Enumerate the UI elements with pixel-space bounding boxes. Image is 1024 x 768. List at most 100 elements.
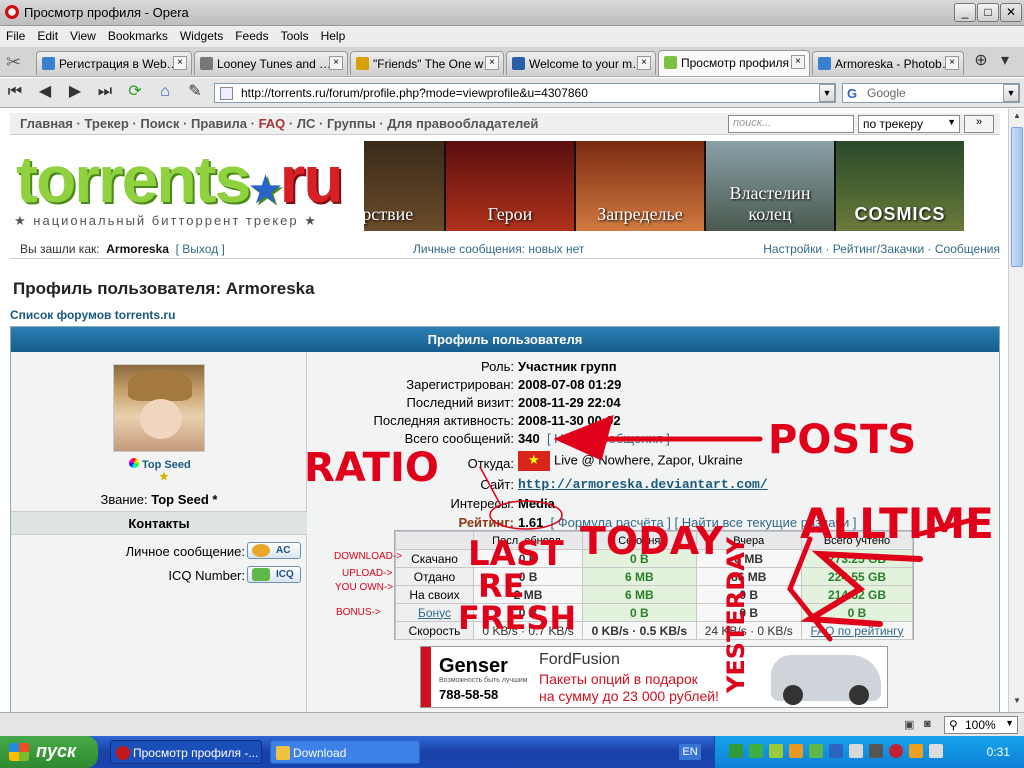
- send-pm-button[interactable]: AC: [247, 542, 301, 559]
- tray-icon[interactable]: [729, 744, 743, 758]
- close-tab-icon[interactable]: ×: [173, 56, 187, 70]
- close-tab-icon[interactable]: ×: [791, 55, 805, 69]
- banner-panel[interactable]: царствие: [364, 141, 444, 231]
- menu-widgets[interactable]: Widgets: [174, 26, 229, 43]
- menu-file[interactable]: File: [0, 26, 31, 43]
- clock: 0:31: [986, 745, 1010, 759]
- nav-rightholders[interactable]: Для правообладателей: [387, 116, 538, 131]
- avatar: [113, 364, 205, 452]
- scroll-up-icon[interactable]: ▲: [1010, 111, 1024, 125]
- menu-help[interactable]: Help: [315, 26, 352, 43]
- scroll-thumb[interactable]: [1011, 127, 1023, 267]
- reload-icon[interactable]: ⟳: [124, 82, 146, 104]
- language-indicator[interactable]: EN: [679, 744, 701, 760]
- tray-icon[interactable]: [789, 744, 803, 758]
- top-seed-badge[interactable]: Top Seed ★: [129, 458, 191, 483]
- back-icon[interactable]: ◀: [34, 82, 56, 104]
- menu-tools[interactable]: Tools: [275, 26, 315, 43]
- volume-icon[interactable]: [929, 744, 943, 758]
- taskbar-item-download[interactable]: Download: [270, 740, 420, 764]
- rating-links[interactable]: [ Формула расчёта ] [ Найти все текущие …: [551, 515, 857, 530]
- search-dropdown-icon[interactable]: ▼: [1003, 84, 1019, 102]
- username[interactable]: Armoreska: [106, 242, 169, 256]
- banner-panel[interactable]: COSMICS: [836, 141, 964, 231]
- site-logo[interactable]: torrents★ru ★ национальный битторрент тр…: [14, 141, 344, 231]
- find-posts-link[interactable]: [ Найти сообщения ]: [547, 431, 670, 446]
- zoom-select[interactable]: ⚲ 100% ▼: [944, 716, 1018, 734]
- rewind-icon[interactable]: ⏮: [4, 82, 26, 104]
- panel-icon[interactable]: ▣: [904, 718, 918, 732]
- pm-status-link[interactable]: Личные сообщения: новых нет: [413, 242, 584, 256]
- tray-icon[interactable]: [909, 744, 923, 758]
- tab-welcome[interactable]: Welcome to your m… ×: [506, 51, 656, 75]
- tray-icon[interactable]: [809, 744, 823, 758]
- tab-registration[interactable]: Регистрация в Web… ×: [36, 51, 192, 75]
- url-dropdown-icon[interactable]: ▼: [819, 84, 835, 102]
- tab-friends[interactable]: "Friends" The One w… ×: [350, 51, 504, 75]
- new-tab-icon[interactable]: ⊕: [970, 51, 992, 73]
- profile-field-registered: Зарегистрирован: 2008-07-08 01:29: [406, 377, 622, 392]
- windows-logo-icon: [9, 743, 29, 761]
- close-tab-icon[interactable]: ×: [945, 56, 959, 70]
- nav-pm[interactable]: ЛС: [297, 116, 316, 131]
- tab-profile[interactable]: Просмотр профиля ×: [658, 50, 810, 76]
- taskbar-item-opera[interactable]: Просмотр профиля -...: [110, 740, 262, 764]
- home-icon[interactable]: ⌂: [154, 82, 176, 104]
- menu-feeds[interactable]: Feeds: [229, 26, 274, 43]
- tab-photobucket[interactable]: Armoreska - Photob… ×: [812, 51, 964, 75]
- games-banner[interactable]: царствие Герои Запределье Властелин коле…: [364, 141, 964, 231]
- logo-wordmark: torrents★ru: [16, 142, 344, 216]
- user-menu-links[interactable]: Настройки · Рейтинг/Закачки · Сообщения: [763, 242, 1000, 256]
- forward-icon[interactable]: ▶: [64, 82, 86, 104]
- close-tab-icon[interactable]: ×: [485, 56, 499, 70]
- tools-icon[interactable]: ✂: [6, 53, 28, 73]
- nav-groups[interactable]: Группы: [327, 116, 376, 131]
- profile-field-last-activity: Последняя активность: 2008-11-30 00:02: [373, 413, 621, 428]
- camera-icon[interactable]: ◙: [924, 718, 938, 732]
- tab-looney-tunes[interactable]: Looney Tunes and … ×: [194, 51, 348, 75]
- forum-search-input[interactable]: поиск...: [728, 115, 854, 133]
- star-icon: ★: [159, 471, 169, 483]
- tray-icon[interactable]: [869, 744, 883, 758]
- tray-icon[interactable]: [849, 744, 863, 758]
- search-input[interactable]: G Google: [842, 83, 1020, 103]
- logout-link[interactable]: [ Выход ]: [176, 242, 225, 256]
- profile-field-posts: Всего сообщений: 340 [ Найти сообщения ]: [404, 431, 670, 446]
- minimize-button[interactable]: _: [954, 3, 976, 22]
- vertical-scrollbar[interactable]: ▲ ▼: [1008, 109, 1024, 712]
- rating-faq-link[interactable]: FAQ по рейтингу: [801, 621, 913, 640]
- search-go-button[interactable]: »: [964, 115, 994, 133]
- nav-search[interactable]: Поиск: [140, 116, 179, 131]
- fast-forward-icon[interactable]: ⏭: [94, 82, 116, 104]
- edit-icon[interactable]: ✎: [184, 82, 206, 104]
- forum-nav: Главная · Трекер · Поиск · Правила · FAQ…: [10, 113, 1000, 135]
- website-link[interactable]: http://armoreska.deviantart.com/: [518, 477, 768, 492]
- tray-icon[interactable]: [769, 744, 783, 758]
- banner-panel[interactable]: Герои: [446, 141, 574, 231]
- close-button[interactable]: ✕: [1000, 3, 1022, 22]
- start-button[interactable]: пуск: [0, 736, 98, 768]
- url-input[interactable]: http://torrents.ru/forum/profile.php?mod…: [214, 83, 836, 103]
- banner-panel[interactable]: Запределье: [576, 141, 704, 231]
- menu-bookmarks[interactable]: Bookmarks: [102, 26, 174, 43]
- forum-index-link[interactable]: Список форумов torrents.ru: [10, 308, 175, 322]
- search-scope-select[interactable]: по трекеру ▼: [858, 115, 960, 133]
- close-tab-icon[interactable]: ×: [637, 56, 651, 70]
- maximize-button[interactable]: □: [977, 3, 999, 22]
- scroll-down-icon[interactable]: ▼: [1010, 696, 1024, 710]
- menu-edit[interactable]: Edit: [31, 26, 64, 43]
- nav-faq[interactable]: FAQ: [259, 116, 286, 131]
- tray-icon[interactable]: [749, 744, 763, 758]
- ad-banner[interactable]: Genser Возможность быть лучшим 788-58-58…: [420, 646, 888, 708]
- menu-view[interactable]: View: [64, 26, 102, 43]
- tray-icon[interactable]: [889, 744, 903, 758]
- bonus-link[interactable]: Бонус: [418, 606, 451, 620]
- icq-button[interactable]: ICQ: [247, 566, 301, 583]
- close-tab-icon[interactable]: ×: [329, 56, 343, 70]
- nav-tracker[interactable]: Трекер: [84, 116, 128, 131]
- nav-home[interactable]: Главная: [20, 116, 73, 131]
- tray-icon[interactable]: [829, 744, 843, 758]
- nav-rules[interactable]: Правила: [191, 116, 247, 131]
- tab-menu-icon[interactable]: ▾: [994, 51, 1016, 73]
- banner-panel[interactable]: Властелин колец: [706, 141, 834, 231]
